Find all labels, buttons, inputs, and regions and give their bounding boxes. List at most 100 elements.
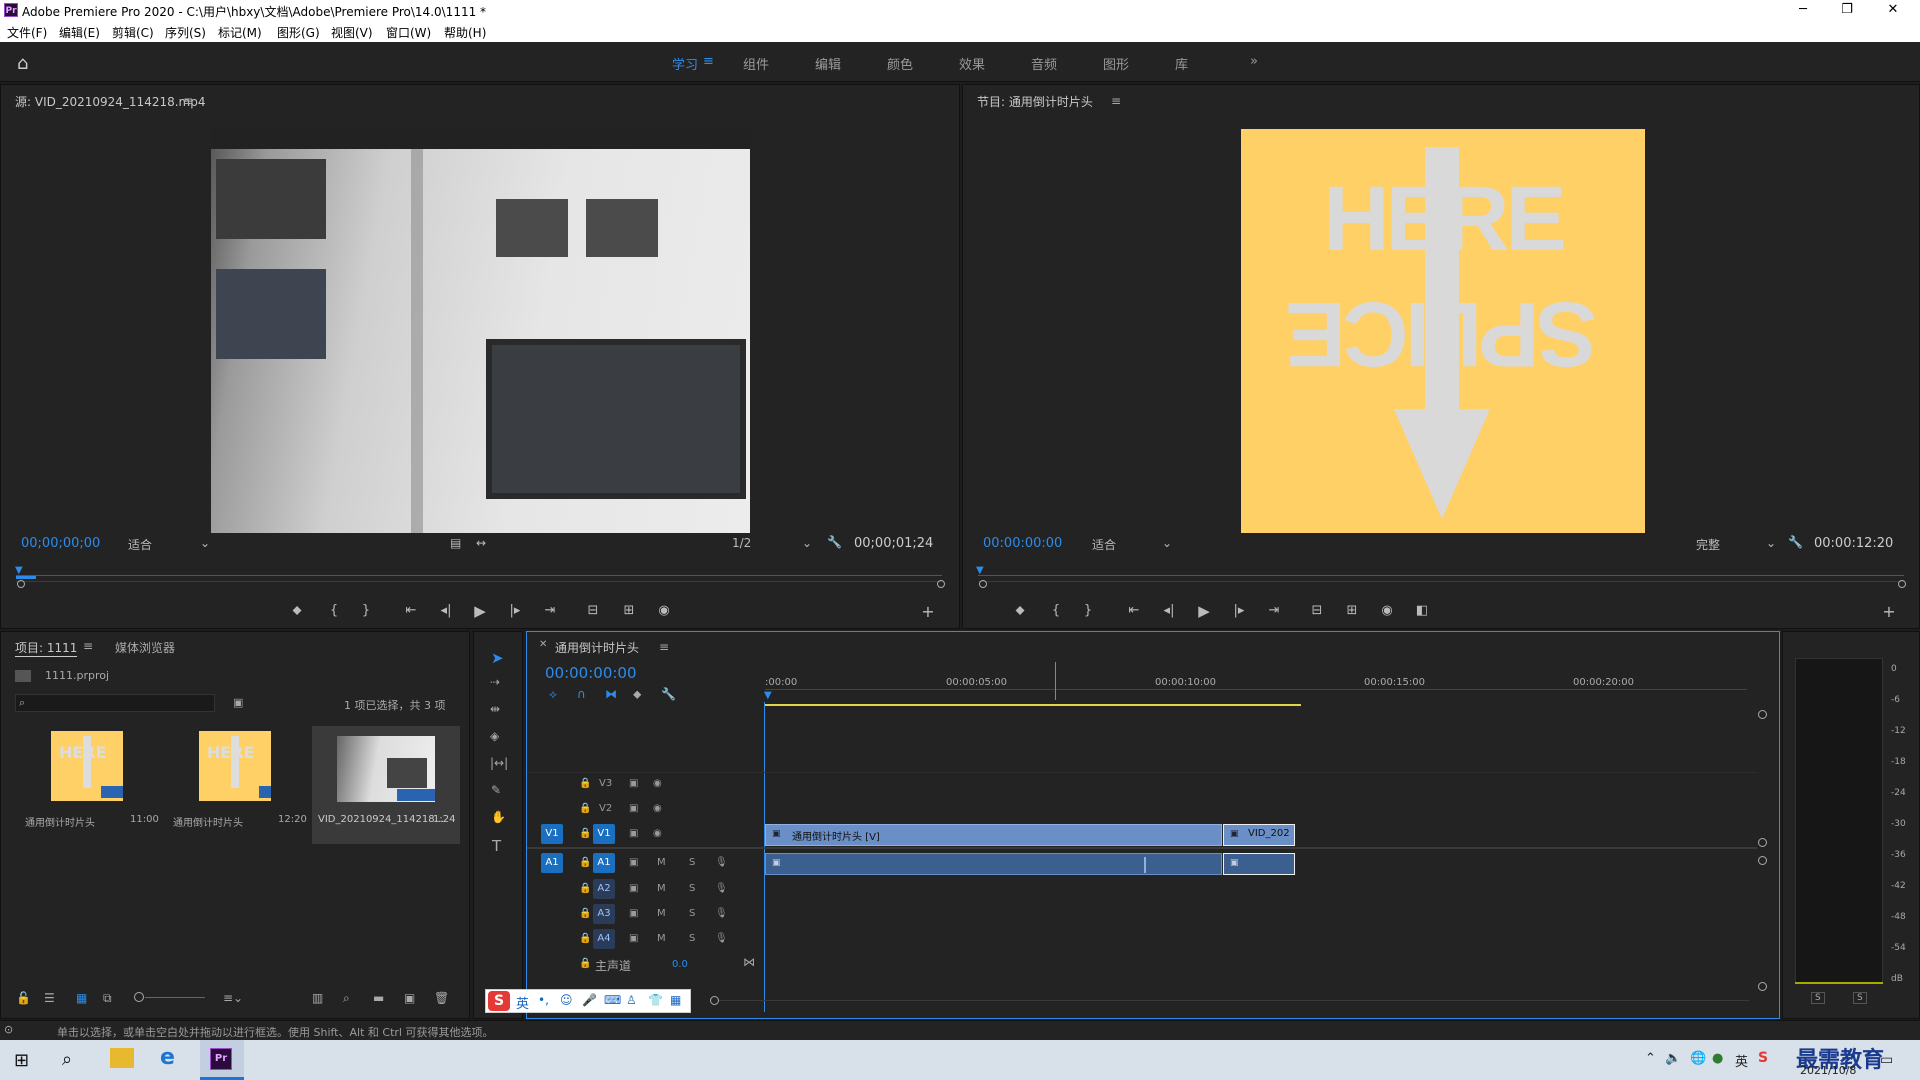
tab-learn[interactable]: 学习: [672, 54, 698, 73]
audio-clip[interactable]: ▣: [765, 853, 1222, 875]
scroll-handle[interactable]: [1758, 838, 1767, 847]
solo-right-button[interactable]: S: [1853, 992, 1867, 1004]
camera-icon[interactable]: ◉: [653, 603, 675, 618]
program-timecode[interactable]: 00:00:00:00: [983, 536, 1062, 551]
track-select-icon[interactable]: ⇢: [490, 675, 500, 689]
source-patch-v1[interactable]: V1: [541, 824, 563, 844]
razor-icon[interactable]: ◈: [490, 729, 499, 743]
zoom-handle-left[interactable]: [17, 580, 25, 588]
timeline-timecode[interactable]: 00:00:00:00: [545, 664, 637, 682]
menu-marker[interactable]: 标记(M): [218, 24, 262, 41]
master-volume-value[interactable]: 0.0: [672, 959, 688, 970]
mute-button[interactable]: M: [657, 883, 666, 894]
tab-audio[interactable]: 音频: [1031, 54, 1057, 73]
type-tool-icon[interactable]: T: [492, 837, 501, 855]
mic-icon[interactable]: 🎙: [715, 883, 728, 894]
lift-icon[interactable]: ⊟: [1306, 603, 1328, 618]
source-timecode[interactable]: 00;00;00;00: [21, 536, 100, 551]
wechat-icon[interactable]: ●: [1712, 1051, 1723, 1066]
track-label-v1[interactable]: V1: [593, 824, 615, 844]
snap-icon[interactable]: ∩: [577, 687, 586, 701]
play-icon[interactable]: ▶: [1193, 602, 1215, 620]
linked-selection-icon[interactable]: ⧓: [605, 687, 617, 701]
insert-overwrite-icon[interactable]: ↔: [476, 536, 486, 550]
camera-icon[interactable]: ◉: [1376, 603, 1398, 618]
go-to-out-icon[interactable]: ⇥: [539, 603, 561, 618]
mic-icon[interactable]: 🎤: [582, 993, 597, 1007]
add-marker-icon[interactable]: ⬥: [286, 603, 308, 618]
pen-icon[interactable]: ✎: [491, 783, 501, 797]
restore-button[interactable]: ❐: [1827, 2, 1867, 17]
extract-icon[interactable]: ⊞: [1341, 603, 1363, 618]
step-forward-icon[interactable]: |▸: [504, 603, 526, 618]
search-icon[interactable]: ⌕: [62, 1049, 72, 1070]
film-icon[interactable]: ▣: [629, 883, 638, 894]
windows-start-icon[interactable]: ⊞: [14, 1050, 29, 1071]
step-forward-icon[interactable]: |▸: [1228, 603, 1250, 618]
mark-out-icon[interactable]: }: [1077, 603, 1099, 618]
tab-libraries[interactable]: 库: [1175, 54, 1188, 73]
solo-button[interactable]: S: [689, 908, 695, 919]
eye-icon[interactable]: ◉: [653, 803, 662, 814]
zoom-slider-handle[interactable]: [134, 992, 144, 1002]
sort-icon[interactable]: ≡⌄: [223, 991, 243, 1005]
video-clip-selected[interactable]: ▣ VID_202: [1223, 824, 1295, 846]
add-button-icon[interactable]: +: [1878, 602, 1900, 621]
overwrite-icon[interactable]: ⊞: [618, 603, 640, 618]
track-label-v3[interactable]: V3: [599, 778, 612, 789]
menu-window[interactable]: 窗口(W): [386, 24, 431, 41]
master-expand-icon[interactable]: ⋈: [743, 955, 755, 969]
find-icon[interactable]: ⌕: [343, 991, 350, 1006]
tab-effects[interactable]: 效果: [959, 54, 985, 73]
nest-icon[interactable]: ⟡: [549, 687, 557, 702]
playhead[interactable]: ▼: [764, 690, 772, 701]
home-icon[interactable]: ⌂: [17, 53, 28, 74]
lock-icon[interactable]: 🔒: [579, 778, 591, 789]
audio-clip-selected[interactable]: ▣: [1223, 853, 1295, 875]
play-icon[interactable]: ▶: [469, 602, 491, 620]
scroll-handle[interactable]: [1758, 710, 1767, 719]
film-icon[interactable]: ▣: [629, 933, 638, 944]
lock-icon[interactable]: 🔒: [579, 958, 591, 969]
menu-view[interactable]: 视图(V): [331, 24, 373, 41]
lock-icon[interactable]: 🔒: [579, 857, 591, 868]
menu-edit[interactable]: 编辑(E): [59, 24, 100, 41]
panel-menu-icon[interactable]: ≡: [83, 639, 93, 653]
go-to-in-icon[interactable]: ⇤: [1123, 603, 1145, 618]
tab-graphics[interactable]: 图形: [1103, 54, 1129, 73]
network-icon[interactable]: 🌐: [1690, 1051, 1706, 1066]
playhead-marker[interactable]: ▼: [15, 565, 27, 576]
automate-to-sequence-icon[interactable]: ▥: [312, 991, 323, 1005]
more-workspaces-icon[interactable]: »: [1250, 54, 1258, 69]
tab-assembly[interactable]: 组件: [743, 54, 769, 73]
time-ruler[interactable]: [765, 689, 1747, 690]
emoji-icon[interactable]: ☺: [560, 993, 573, 1007]
insert-icon[interactable]: ⊟: [582, 603, 604, 618]
program-scrub-bar[interactable]: [978, 575, 1904, 576]
list-view-icon[interactable]: ☰: [44, 991, 55, 1005]
keyboard-icon[interactable]: ⌨: [604, 993, 621, 1007]
film-icon[interactable]: ▣: [629, 778, 638, 789]
trash-icon[interactable]: 🗑: [434, 991, 449, 1005]
timeline-tab[interactable]: 通用倒计时片头: [555, 639, 639, 656]
scroll-handle[interactable]: [1758, 982, 1767, 991]
video-clip[interactable]: ▣ 通用倒计时片头 [V]: [765, 824, 1222, 846]
menu-icon[interactable]: ≡: [703, 54, 714, 69]
scroll-handle[interactable]: [1758, 856, 1767, 865]
new-item-icon[interactable]: ▣: [404, 991, 415, 1005]
track-label-a4[interactable]: A4: [593, 929, 615, 949]
solo-button[interactable]: S: [689, 933, 695, 944]
eye-icon[interactable]: ◉: [653, 828, 662, 839]
volume-icon[interactable]: 🔈: [1665, 1051, 1681, 1066]
mark-out-icon[interactable]: }: [355, 603, 377, 618]
track-label-a2[interactable]: A2: [593, 879, 615, 899]
close-tab-icon[interactable]: ✕: [539, 639, 547, 650]
menu-graphics[interactable]: 图形(G): [277, 24, 320, 41]
skin-icon[interactable]: 👕: [648, 993, 663, 1007]
mute-button[interactable]: M: [657, 933, 666, 944]
mark-in-icon[interactable]: {: [323, 603, 345, 618]
film-icon[interactable]: ▣: [629, 828, 638, 839]
edge-icon[interactable]: e: [160, 1045, 175, 1070]
solo-button[interactable]: S: [689, 857, 695, 868]
search-input[interactable]: ⌕: [15, 694, 215, 712]
